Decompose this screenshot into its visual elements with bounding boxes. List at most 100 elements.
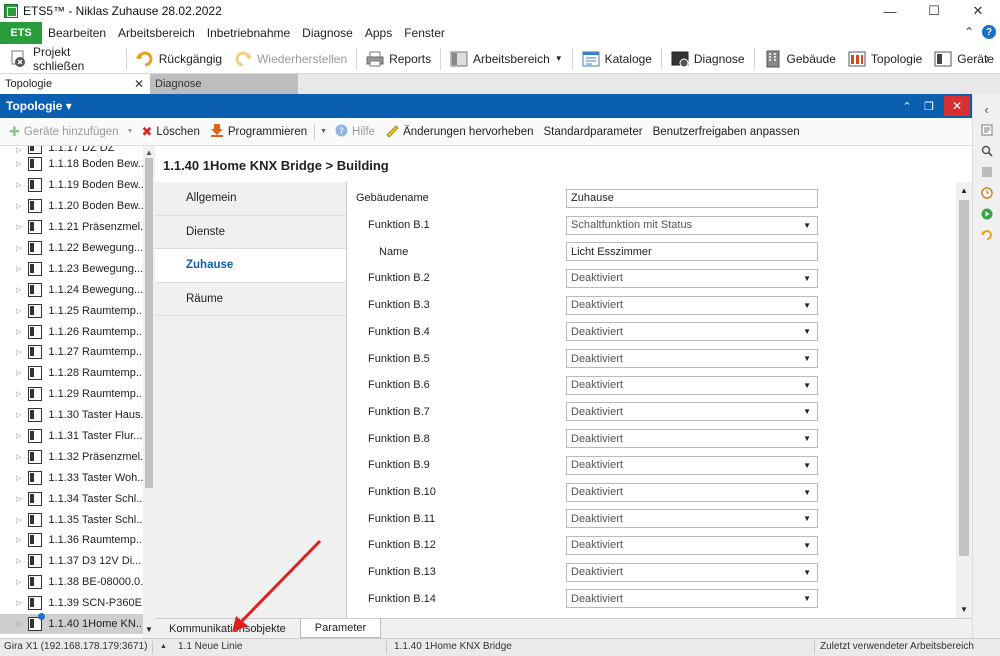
expand-triangle-icon[interactable]: ▷ [16,328,21,336]
tree-item[interactable]: ▷ 1.1.40 1Home KN... [0,613,154,635]
search-icon[interactable] [980,144,994,158]
chevron-down-icon[interactable]: ▼ [803,594,811,603]
parameter-dropdown[interactable]: Deaktiviert ▼ [566,429,818,449]
scroll-up-icon[interactable]: ▲ [145,148,153,157]
scroll-down-icon[interactable]: ▼ [145,625,153,634]
add-devices-dropdown-icon[interactable]: ▼ [127,128,134,135]
parameter-dropdown[interactable]: Deaktiviert ▼ [566,268,818,288]
redo-button[interactable]: Wiederherstellen [228,46,353,72]
tree-item[interactable]: ▷ 1.1.30 Taster Haus... [0,405,154,426]
dock-collapse-icon[interactable]: ‹ [980,102,994,117]
parameter-text-input[interactable]: Zuhause [566,188,818,208]
expand-triangle-icon[interactable]: ▷ [16,286,21,294]
minimize-button[interactable]: — [868,0,912,22]
parameter-dropdown[interactable]: Deaktiviert ▼ [566,375,818,395]
expand-triangle-icon[interactable]: ▷ [16,599,21,607]
tree-item[interactable]: ▷ 1.1.39 SCN-P360E... [0,593,154,614]
chevron-down-icon[interactable]: ▼ [803,514,811,523]
tree-item[interactable]: ▷ 1.1.22 Bewegung... [0,238,154,259]
buildings-button[interactable]: Gebäude [758,46,842,72]
tab-parameter[interactable]: Parameter [299,619,382,638]
tab-kommunikationsobjekte[interactable]: Kommunikationsobjekte [155,619,300,638]
nav-tab-dienste[interactable]: Dienste [155,215,346,249]
menu-arbeitsbereich[interactable]: Arbeitsbereich [112,26,201,40]
chevron-right-icon[interactable]: › [985,50,990,68]
tree-item[interactable]: ▷ 1.1.28 Raumtemp... [0,363,154,384]
tree-item[interactable]: ▷ 1.1.31 Taster Flur... [0,426,154,447]
menu-diagnose[interactable]: Diagnose [296,26,359,40]
menu-fenster[interactable]: Fenster [398,26,451,40]
help-icon[interactable]: ? [982,25,996,39]
panel-restore-icon[interactable]: ❐ [918,94,940,118]
chevron-down-icon[interactable]: ▼ [803,381,811,390]
tree-item[interactable]: ▷ 1.1.32 Präsenzmel... [0,446,154,467]
panel-close-button[interactable]: ✕ [944,96,970,116]
expand-triangle-icon[interactable]: ▷ [16,160,21,168]
parameter-dropdown[interactable]: Deaktiviert ▼ [566,589,818,609]
expand-triangle-icon[interactable]: ▷ [16,411,21,419]
expand-triangle-icon[interactable]: ▷ [16,453,21,461]
tree-item[interactable]: ▷ 1.1.17 DZ DZ [0,146,154,154]
tab-diagnose[interactable]: Diagnose [150,74,298,94]
tree-item[interactable]: ▷ 1.1.24 Bewegung... [0,279,154,300]
add-devices-button[interactable]: ✚ Geräte hinzufügen [4,120,124,144]
expand-triangle-icon[interactable]: ▷ [16,557,21,565]
reports-button[interactable]: Reports [360,46,437,72]
tree-item[interactable]: ▷ 1.1.21 Präsenzmel... [0,217,154,238]
panel-title-dropdown[interactable]: Topologie ▾ [0,99,72,113]
expand-triangle-icon[interactable]: ▷ [16,620,21,628]
user-approvals-button[interactable]: Benutzerfreigaben anpassen [648,120,805,144]
chevron-down-icon[interactable]: ▼ [803,354,811,363]
properties-icon[interactable] [980,123,994,137]
program-button[interactable]: Programmieren [205,120,312,144]
nav-tab-raeume[interactable]: Räume [155,282,346,316]
panel-collapse-icon[interactable]: ⌃ [896,94,918,118]
expand-triangle-icon[interactable]: ▷ [16,495,21,503]
undo-history-icon[interactable] [980,228,994,242]
tree-scroll-thumb[interactable] [145,158,153,488]
expand-triangle-icon[interactable]: ▷ [16,244,21,252]
expand-triangle-icon[interactable]: ▷ [16,348,21,356]
tree-item[interactable]: ▷ 1.1.34 Taster Schl... [0,488,154,509]
parameter-dropdown[interactable]: Deaktiviert ▼ [566,562,818,582]
topology-button[interactable]: Topologie [842,46,928,72]
maximize-button[interactable]: ☐ [912,0,956,22]
tree-item[interactable]: ▷ 1.1.18 Boden Bew... [0,154,154,175]
expand-triangle-icon[interactable]: ▷ [16,536,21,544]
undo-button[interactable]: Rückgängig [130,46,228,72]
chevron-down-icon[interactable]: ▼ [803,274,811,283]
program-dropdown-icon[interactable]: ▼ [320,128,327,135]
parameter-dropdown[interactable]: Deaktiviert ▼ [566,295,818,315]
chevron-down-icon[interactable]: ▼ [803,568,811,577]
menu-apps[interactable]: Apps [359,26,398,40]
help-button[interactable]: ? Hilfe [330,120,380,144]
expand-triangle-icon[interactable]: ▷ [16,223,21,231]
close-tab-icon[interactable]: ✕ [134,77,144,91]
tree-scrollbar[interactable]: ▲ ▼ [143,146,155,638]
status-up-arrow-icon[interactable]: ▲ [160,643,167,650]
status-interface[interactable]: Gira X1 (192.168.178.179:3671) [4,641,147,652]
close-window-button[interactable]: ✕ [956,0,1000,22]
scroll-down-icon[interactable]: ▼ [960,605,968,614]
parameter-dropdown[interactable]: Deaktiviert ▼ [566,455,818,475]
tree-item[interactable]: ▷ 1.1.19 Boden Bew... [0,175,154,196]
tree-item[interactable]: ▷ 1.1.25 Raumtemp... [0,300,154,321]
expand-triangle-icon[interactable]: ▷ [16,202,21,210]
parameter-dropdown[interactable]: Deaktiviert ▼ [566,482,818,502]
nav-tab-allgemein[interactable]: Allgemein [155,182,346,216]
parameter-dropdown[interactable]: Deaktiviert ▼ [566,322,818,342]
expand-triangle-icon[interactable]: ▷ [16,307,21,315]
collapse-ribbon-icon[interactable]: ⌃ [964,25,974,39]
expand-triangle-icon[interactable]: ▷ [16,265,21,273]
close-project-button[interactable]: Projekt schließen [4,45,123,73]
tree-item[interactable]: ▷ 1.1.33 Taster Woh... [0,467,154,488]
tree-item[interactable]: ▷ 1.1.27 Raumtemp... [0,342,154,363]
tab-topologie[interactable]: Topologie ✕ [0,74,150,94]
expand-triangle-icon[interactable]: ▷ [16,390,21,398]
tree-item[interactable]: ▷ 1.1.20 Boden Bew... [0,196,154,217]
chevron-down-icon[interactable]: ▼ [803,407,811,416]
scroll-up-icon[interactable]: ▲ [960,186,968,195]
tree-item[interactable]: ▷ 1.1.38 BE-08000.0... [0,572,154,593]
chevron-down-icon[interactable]: ▼ [803,461,811,470]
expand-triangle-icon[interactable]: ▷ [16,516,21,524]
